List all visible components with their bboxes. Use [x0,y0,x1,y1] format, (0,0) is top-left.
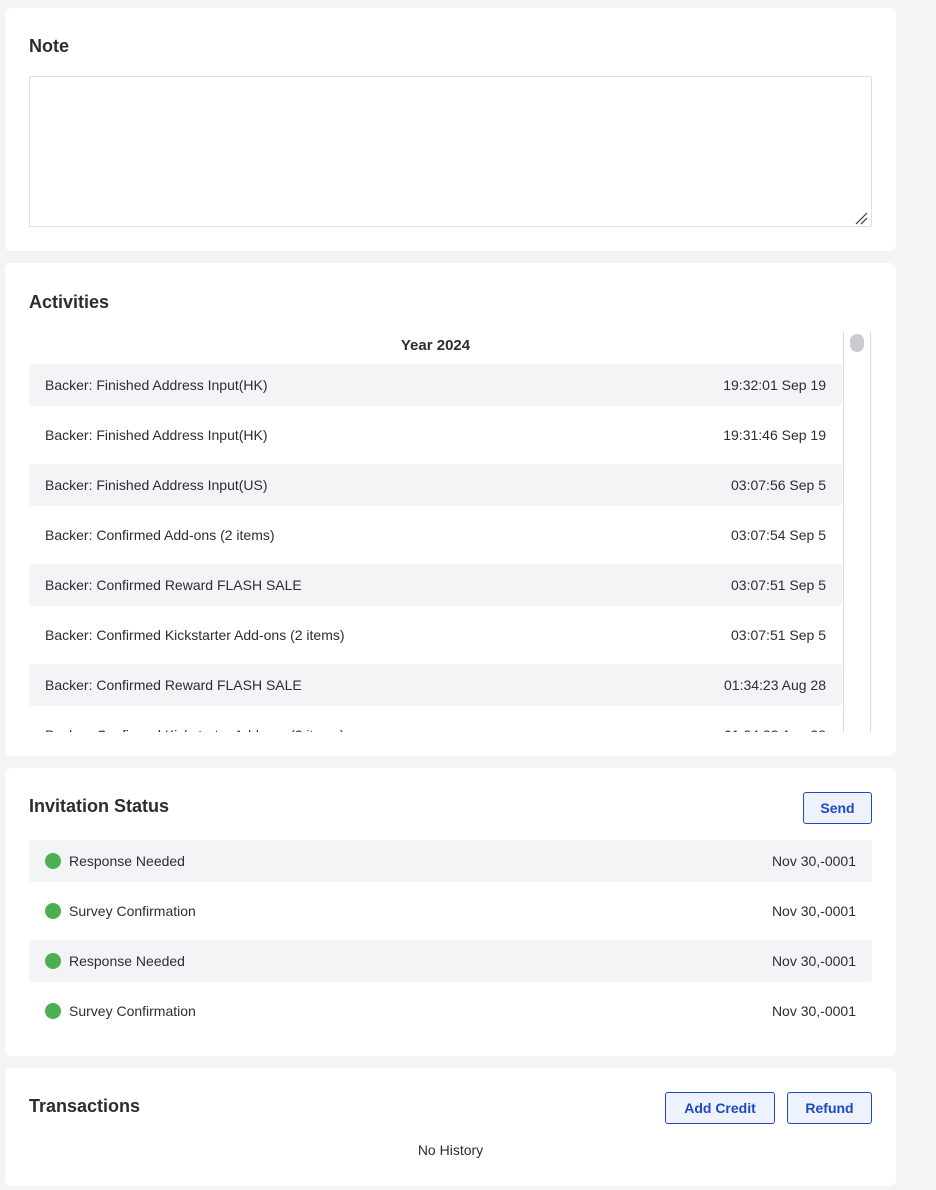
invitation-status-label: Survey Confirmation [69,1003,196,1019]
invitation-date: Nov 30,-0001 [771,1003,856,1019]
note-title: Note [29,36,69,56]
activity-timestamp: 03:07:51 Sep 5 [731,627,826,643]
scrollbar-track[interactable] [843,332,871,732]
activity-text: Backer: Confirmed Reward FLASH SALE [45,577,302,593]
activity-row: Backer: Confirmed Kickstarter Add-ons (2… [29,714,842,732]
invitation-status-label: Response Needed [69,853,185,869]
activity-timestamp: 19:31:46 Sep 19 [723,427,826,443]
transactions-card: Transactions Add Credit Refund No Histor… [5,1068,896,1186]
invitation-row: Survey Confirmation Nov 30,-0001 [29,890,872,932]
activity-timestamp: 01:34:23 Aug 28 [724,677,826,693]
activity-timestamp: 03:07:56 Sep 5 [731,477,826,493]
invitation-status-label: Survey Confirmation [69,903,196,919]
activity-timestamp: 03:07:54 Sep 5 [731,527,826,543]
activity-text: Backer: Finished Address Input(HK) [45,377,268,393]
invitation-date: Nov 30,-0001 [771,853,856,869]
invitation-status-label: Response Needed [69,953,185,969]
invitation-status-group: Response Needed [45,953,185,969]
invitation-date: Nov 30,-0001 [771,903,856,919]
activities-title: Activities [29,292,110,312]
activity-list: Backer: Finished Address Input(HK) 19:32:… [29,364,842,732]
invitation-status-group: Survey Confirmation [45,903,196,919]
activity-text: Backer: Finished Address Input(US) [45,477,268,493]
status-dot-icon [45,903,61,919]
activities-card: Activities Year 2024 Backer: Finished Ad… [5,263,896,756]
invitation-title: Invitation Status [29,796,170,816]
invitation-list: Response Needed Nov 30,-0001 Survey Confir… [29,840,872,1040]
note-textarea[interactable] [29,76,872,227]
activity-text: Backer: Finished Address Input(HK) [45,427,268,443]
activity-text: Backer: Confirmed Kickstarter Add-ons (2… [45,727,345,732]
activity-row: Backer: Confirmed Reward FLASH SALE 03:07… [29,564,842,606]
activity-row: Backer: Finished Address Input(US) 03:07:… [29,464,842,506]
invitation-row: Response Needed Nov 30,-0001 [29,940,872,982]
activity-timestamp: 19:32:01 Sep 19 [723,377,826,393]
status-dot-icon [45,953,61,969]
status-dot-icon [45,853,61,869]
year-heading: Year 2024 [400,337,471,354]
invitation-status-group: Survey Confirmation [45,1003,196,1019]
invitation-card: Invitation Status Send Response Needed No… [5,768,896,1056]
add-credit-button[interactable]: Add Credit [665,1092,775,1124]
status-dot-icon [45,1003,61,1019]
activity-row: Backer: Finished Address Input(HK) 19:32:… [29,364,842,406]
activity-row: Backer: Confirmed Kickstarter Add-ons (2… [29,614,842,656]
note-card: Note [5,8,896,251]
activities-scroll-area[interactable]: Year 2024 Backer: Finished Address Input… [29,332,872,732]
activity-row: Backer: Confirmed Reward FLASH SALE 01:34… [29,664,842,706]
invitation-row: Survey Confirmation Nov 30,-0001 [29,990,872,1032]
activity-text: Backer: Confirmed Reward FLASH SALE [45,677,302,693]
refund-button[interactable]: Refund [787,1092,872,1124]
invitation-date: Nov 30,-0001 [771,953,856,969]
activity-row: Backer: Confirmed Add-ons (2 items) 03:07… [29,514,842,556]
invitation-status-group: Response Needed [45,853,185,869]
resize-grip-icon[interactable] [854,211,868,225]
activity-row: Backer: Finished Address Input(HK) 19:31:… [29,414,842,456]
activity-timestamp: 01:34:23 Aug 28 [724,727,826,732]
scrollbar-thumb[interactable] [850,334,864,352]
transactions-title: Transactions [29,1096,141,1116]
send-button[interactable]: Send [803,792,872,824]
activity-text: Backer: Confirmed Kickstarter Add-ons (2… [45,627,345,643]
invitation-row: Response Needed Nov 30,-0001 [29,840,872,882]
activity-text: Backer: Confirmed Add-ons (2 items) [45,527,275,543]
no-history-text: No History [417,1142,484,1158]
activity-timestamp: 03:07:51 Sep 5 [731,577,826,593]
